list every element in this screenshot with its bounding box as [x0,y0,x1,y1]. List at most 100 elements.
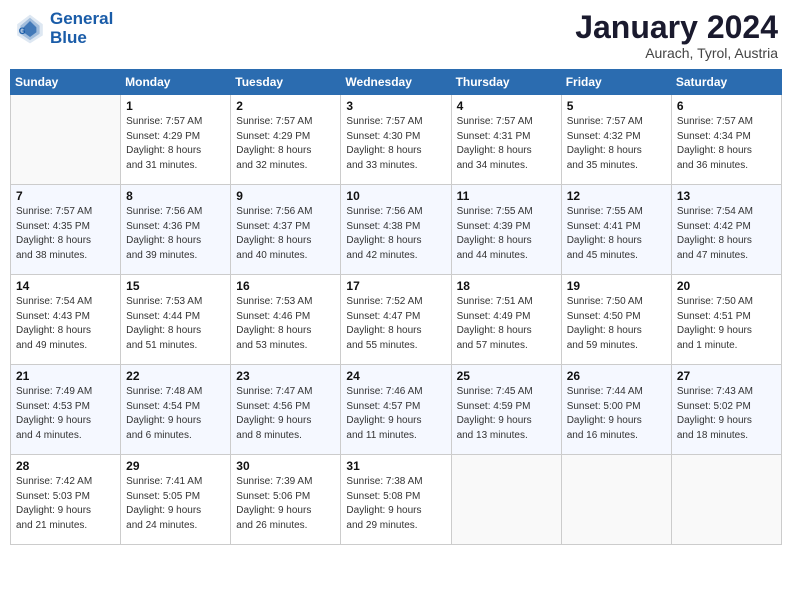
col-header-sunday: Sunday [11,70,121,95]
calendar-cell [11,95,121,185]
day-number: 27 [677,369,776,383]
day-info: Sunrise: 7:57 AM Sunset: 4:29 PM Dayligh… [126,115,225,173]
day-number: 13 [677,189,776,203]
calendar-cell: 6Sunrise: 7:57 AM Sunset: 4:34 PM Daylig… [671,95,781,185]
calendar-cell: 3Sunrise: 7:57 AM Sunset: 4:30 PM Daylig… [341,95,451,185]
day-info: Sunrise: 7:53 AM Sunset: 4:46 PM Dayligh… [236,295,335,353]
day-number: 15 [126,279,225,293]
calendar-header: SundayMondayTuesdayWednesdayThursdayFrid… [11,70,782,95]
calendar-cell: 20 Sunrise: 7:50 AM Sunset: 4:51 PM Dayli… [671,275,781,365]
day-info: Sunrise: 7:53 AM Sunset: 4:44 PM Dayligh… [126,295,225,353]
day-number: 24 [346,369,445,383]
day-info: Sunrise: 7:56 AM Sunset: 4:36 PM Dayligh… [126,205,225,263]
day-info: Sunrise: 7:47 AM Sunset: 4:56 PM Dayligh… [236,385,335,443]
calendar-cell: 23 Sunrise: 7:47 AM Sunset: 4:56 PM Dayli… [231,365,341,455]
col-header-tuesday: Tuesday [231,70,341,95]
day-number: 2 [236,99,335,113]
day-info: Sunrise: 7:56 AM Sunset: 4:37 PM Dayligh… [236,205,335,263]
calendar-cell [561,455,671,545]
day-info: Sunrise: 7:50 AM Sunset: 4:51 PM Dayligh… [677,295,776,353]
day-info: Sunrise: 7:44 AM Sunset: 5:00 PM Dayligh… [567,385,666,443]
day-info: Sunrise: 7:54 AM Sunset: 4:43 PM Dayligh… [16,295,115,353]
day-info: Sunrise: 7:57 AM Sunset: 4:31 PM Dayligh… [457,115,556,173]
calendar-cell: 1 Sunrise: 7:57 AM Sunset: 4:29 PM Daylig… [121,95,231,185]
day-number: 16 [236,279,335,293]
day-number: 30 [236,459,335,473]
location-subtitle: Aurach, Tyrol, Austria [575,45,778,61]
day-info: Sunrise: 7:54 AM Sunset: 4:42 PM Dayligh… [677,205,776,263]
day-number: 29 [126,459,225,473]
day-number: 3 [346,99,445,113]
col-header-saturday: Saturday [671,70,781,95]
day-number: 17 [346,279,445,293]
day-number: 20 [677,279,776,293]
logo-text: General Blue [50,10,113,47]
calendar-cell: 8 Sunrise: 7:56 AM Sunset: 4:36 PM Daylig… [121,185,231,275]
day-info: Sunrise: 7:56 AM Sunset: 4:38 PM Dayligh… [346,205,445,263]
day-info: Sunrise: 7:57 AM Sunset: 4:34 PM Dayligh… [677,115,776,173]
logo-icon: G [14,13,46,45]
day-number: 7 [16,189,115,203]
svg-text:G: G [19,25,26,35]
day-info: Sunrise: 7:41 AM Sunset: 5:05 PM Dayligh… [126,475,225,533]
day-number: 4 [457,99,556,113]
day-info: Sunrise: 7:50 AM Sunset: 4:50 PM Dayligh… [567,295,666,353]
calendar-cell: 7Sunrise: 7:57 AM Sunset: 4:35 PM Daylig… [11,185,121,275]
day-number: 10 [346,189,445,203]
calendar-cell: 16 Sunrise: 7:53 AM Sunset: 4:46 PM Dayli… [231,275,341,365]
calendar-cell: 15 Sunrise: 7:53 AM Sunset: 4:44 PM Dayli… [121,275,231,365]
calendar-cell: 30 Sunrise: 7:39 AM Sunset: 5:06 PM Dayli… [231,455,341,545]
calendar-cell: 21Sunrise: 7:49 AM Sunset: 4:53 PM Dayli… [11,365,121,455]
day-number: 31 [346,459,445,473]
calendar-week-5: 28Sunrise: 7:42 AM Sunset: 5:03 PM Dayli… [11,455,782,545]
col-header-monday: Monday [121,70,231,95]
month-year-title: January 2024 [575,10,778,45]
day-number: 9 [236,189,335,203]
day-number: 18 [457,279,556,293]
calendar-cell: 11Sunrise: 7:55 AM Sunset: 4:39 PM Dayli… [451,185,561,275]
calendar-cell: 12 Sunrise: 7:55 AM Sunset: 4:41 PM Dayli… [561,185,671,275]
calendar-cell: 17Sunrise: 7:52 AM Sunset: 4:47 PM Dayli… [341,275,451,365]
day-info: Sunrise: 7:45 AM Sunset: 4:59 PM Dayligh… [457,385,556,443]
calendar-cell: 28Sunrise: 7:42 AM Sunset: 5:03 PM Dayli… [11,455,121,545]
calendar-cell: 13 Sunrise: 7:54 AM Sunset: 4:42 PM Dayli… [671,185,781,275]
day-info: Sunrise: 7:57 AM Sunset: 4:32 PM Dayligh… [567,115,666,173]
day-info: Sunrise: 7:49 AM Sunset: 4:53 PM Dayligh… [16,385,115,443]
day-number: 23 [236,369,335,383]
calendar-week-2: 7Sunrise: 7:57 AM Sunset: 4:35 PM Daylig… [11,185,782,275]
day-number: 8 [126,189,225,203]
calendar-cell: 4 Sunrise: 7:57 AM Sunset: 4:31 PM Daylig… [451,95,561,185]
day-number: 11 [457,189,556,203]
calendar-cell: 19Sunrise: 7:50 AM Sunset: 4:50 PM Dayli… [561,275,671,365]
calendar-cell [671,455,781,545]
calendar-cell: 9 Sunrise: 7:56 AM Sunset: 4:37 PM Daylig… [231,185,341,275]
day-number: 1 [126,99,225,113]
day-number: 12 [567,189,666,203]
calendar-cell: 14Sunrise: 7:54 AM Sunset: 4:43 PM Dayli… [11,275,121,365]
calendar-cell: 18 Sunrise: 7:51 AM Sunset: 4:49 PM Dayli… [451,275,561,365]
day-info: Sunrise: 7:48 AM Sunset: 4:54 PM Dayligh… [126,385,225,443]
calendar-cell [451,455,561,545]
col-header-wednesday: Wednesday [341,70,451,95]
calendar-cell: 5Sunrise: 7:57 AM Sunset: 4:32 PM Daylig… [561,95,671,185]
calendar-cell: 26Sunrise: 7:44 AM Sunset: 5:00 PM Dayli… [561,365,671,455]
calendar-cell: 31Sunrise: 7:38 AM Sunset: 5:08 PM Dayli… [341,455,451,545]
day-info: Sunrise: 7:55 AM Sunset: 4:41 PM Dayligh… [567,205,666,263]
calendar-table: SundayMondayTuesdayWednesdayThursdayFrid… [10,69,782,545]
calendar-week-3: 14Sunrise: 7:54 AM Sunset: 4:43 PM Dayli… [11,275,782,365]
day-info: Sunrise: 7:39 AM Sunset: 5:06 PM Dayligh… [236,475,335,533]
day-number: 25 [457,369,556,383]
day-info: Sunrise: 7:42 AM Sunset: 5:03 PM Dayligh… [16,475,115,533]
col-header-thursday: Thursday [451,70,561,95]
calendar-cell: 22Sunrise: 7:48 AM Sunset: 4:54 PM Dayli… [121,365,231,455]
day-info: Sunrise: 7:51 AM Sunset: 4:49 PM Dayligh… [457,295,556,353]
day-info: Sunrise: 7:46 AM Sunset: 4:57 PM Dayligh… [346,385,445,443]
day-info: Sunrise: 7:57 AM Sunset: 4:29 PM Dayligh… [236,115,335,173]
logo: G General Blue [14,10,113,47]
title-block: January 2024 Aurach, Tyrol, Austria [575,10,778,61]
day-info: Sunrise: 7:43 AM Sunset: 5:02 PM Dayligh… [677,385,776,443]
calendar-cell: 25 Sunrise: 7:45 AM Sunset: 4:59 PM Dayli… [451,365,561,455]
page-header: G General Blue January 2024 Aurach, Tyro… [10,10,782,61]
calendar-cell: 24 Sunrise: 7:46 AM Sunset: 4:57 PM Dayli… [341,365,451,455]
calendar-week-1: 1 Sunrise: 7:57 AM Sunset: 4:29 PM Daylig… [11,95,782,185]
